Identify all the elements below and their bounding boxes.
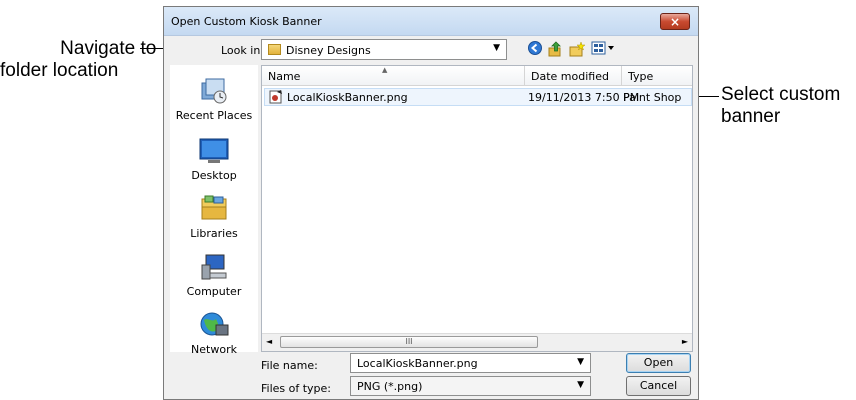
png-file-icon — [269, 90, 283, 107]
computer-icon — [198, 253, 230, 281]
back-icon[interactable] — [526, 41, 544, 59]
place-network[interactable]: Network — [170, 311, 258, 356]
callout-select-line2: banner — [721, 106, 781, 127]
file-type-label: Files of type: — [261, 382, 332, 395]
place-recent-places[interactable]: Recent Places — [170, 77, 258, 122]
open-button-label: Open — [643, 356, 674, 369]
place-label: Computer — [186, 285, 242, 298]
file-row[interactable]: LocalKioskBanner.png 19/11/2013 7:50 PM … — [264, 88, 692, 106]
cancel-button-label: Cancel — [639, 379, 678, 392]
look-in-dropdown[interactable]: Disney Designs ▼ — [261, 39, 507, 60]
sort-ascending-icon: ▲ — [382, 66, 388, 74]
callout-navigate-line1: Navigate to — [60, 38, 157, 59]
file-type-cell: Paint Shop — [623, 91, 682, 104]
place-label: Recent Places — [175, 109, 253, 122]
look-in-value: Disney Designs — [286, 44, 371, 57]
callout-navigate-line2: folder location — [0, 60, 119, 81]
new-folder-icon[interactable] — [568, 41, 586, 59]
cancel-button[interactable]: Cancel — [626, 376, 691, 396]
folder-icon — [268, 44, 281, 55]
scroll-right-icon[interactable]: ► — [682, 337, 688, 346]
file-type-value: PNG (*.png) — [357, 380, 423, 393]
places-bar: Recent Places Desktop Libraries Computer… — [170, 65, 258, 356]
title-bar[interactable]: Open Custom Kiosk Banner × — [164, 7, 698, 36]
views-menu-icon[interactable] — [590, 41, 616, 59]
column-type-label: Type — [628, 70, 654, 83]
place-libraries[interactable]: Libraries — [170, 195, 258, 240]
place-label: Libraries — [190, 227, 238, 240]
column-name-label: Name — [268, 70, 301, 83]
close-icon: × — [669, 15, 681, 29]
file-name-cell: LocalKioskBanner.png — [287, 91, 408, 104]
libraries-icon — [198, 195, 230, 223]
place-label: Network — [191, 343, 237, 356]
callout-select-line1: Select custom — [721, 84, 841, 105]
network-icon — [198, 311, 230, 339]
column-header-type[interactable]: Type — [622, 66, 692, 86]
callout-select: Select custom banner — [721, 84, 840, 128]
chevron-down-icon[interactable]: ▼ — [577, 357, 584, 367]
recent-places-icon — [198, 77, 230, 105]
chevron-down-icon: ▼ — [493, 43, 500, 53]
chevron-down-icon[interactable]: ▼ — [577, 380, 584, 390]
close-button[interactable]: × — [660, 13, 690, 30]
scrollbar-thumb[interactable]: III — [280, 336, 538, 348]
column-header-name[interactable]: Name ▲ — [262, 66, 525, 86]
file-name-input[interactable]: LocalKioskBanner.png ▼ — [350, 353, 591, 373]
column-header-date[interactable]: Date modified — [525, 66, 622, 86]
place-label: Desktop — [191, 169, 237, 182]
open-file-dialog: Open Custom Kiosk Banner × Look in: Disn… — [163, 6, 699, 400]
desktop-icon — [198, 137, 230, 165]
place-desktop[interactable]: Desktop — [170, 137, 258, 182]
look-in-label: Look in: — [221, 44, 264, 57]
up-folder-icon[interactable] — [546, 41, 564, 59]
horizontal-scrollbar[interactable]: ◄ III ► — [262, 333, 692, 351]
callout-navigate: Navigate to folder location — [0, 38, 156, 82]
file-name-label: File name: — [261, 359, 318, 372]
scroll-left-icon[interactable]: ◄ — [266, 337, 272, 346]
dialog-title: Open Custom Kiosk Banner — [171, 15, 322, 28]
file-name-value: LocalKioskBanner.png — [357, 357, 478, 370]
file-type-select[interactable]: PNG (*.png) ▼ — [350, 376, 591, 396]
scroll-grip: III — [405, 337, 413, 346]
open-button[interactable]: Open — [626, 353, 691, 373]
column-date-label: Date modified — [531, 70, 609, 83]
place-computer[interactable]: Computer — [170, 253, 258, 298]
file-list[interactable]: Name ▲ Date modified Type LocalKioskBann… — [261, 65, 693, 352]
